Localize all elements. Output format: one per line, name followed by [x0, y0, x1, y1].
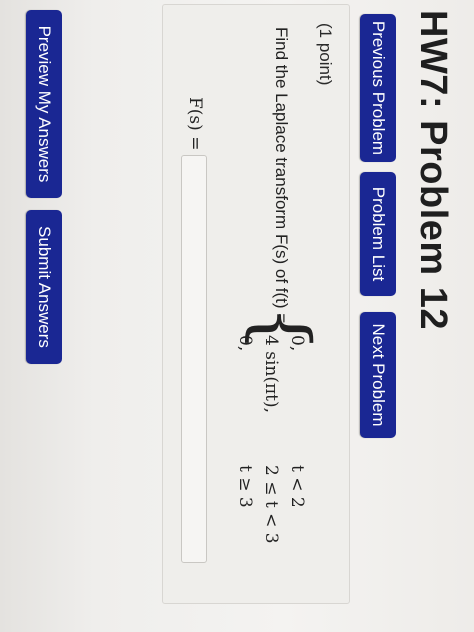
case-condition-1: t < 2 [287, 465, 307, 508]
problem-list-button[interactable]: Problem List [360, 172, 396, 296]
previous-problem-button[interactable]: Previous Problem [360, 14, 396, 162]
rotated-page: HW7: Problem 12 Previous Problem Problem… [0, 0, 474, 632]
preview-answers-button[interactable]: Preview My Answers [26, 10, 62, 198]
problem-panel: (1 point) Find the Laplace transform F(s… [162, 4, 350, 604]
answer-label: F(s) = [185, 97, 205, 151]
case-value-3: 0, [235, 335, 255, 352]
answer-input[interactable] [181, 155, 207, 563]
case-condition-2: 2 ≤ t < 3 [261, 465, 281, 544]
case-value-1: 0, [287, 335, 307, 352]
piecewise-function: { 0, t < 2 4 sin(πt), 2 ≤ t < 3 0, t ≥ 3 [225, 305, 325, 585]
left-brace: { [239, 305, 325, 353]
case-value-2: 4 sin(πt), [261, 335, 281, 414]
submit-answers-button[interactable]: Submit Answers [26, 210, 62, 364]
case-condition-3: t ≥ 3 [235, 465, 255, 508]
next-problem-button[interactable]: Next Problem [360, 312, 396, 438]
page-title: HW7: Problem 12 [412, 10, 454, 331]
question-text: Find the Laplace transform F(s) of f(t) … [272, 27, 291, 324]
points-label: (1 point) [316, 23, 335, 86]
